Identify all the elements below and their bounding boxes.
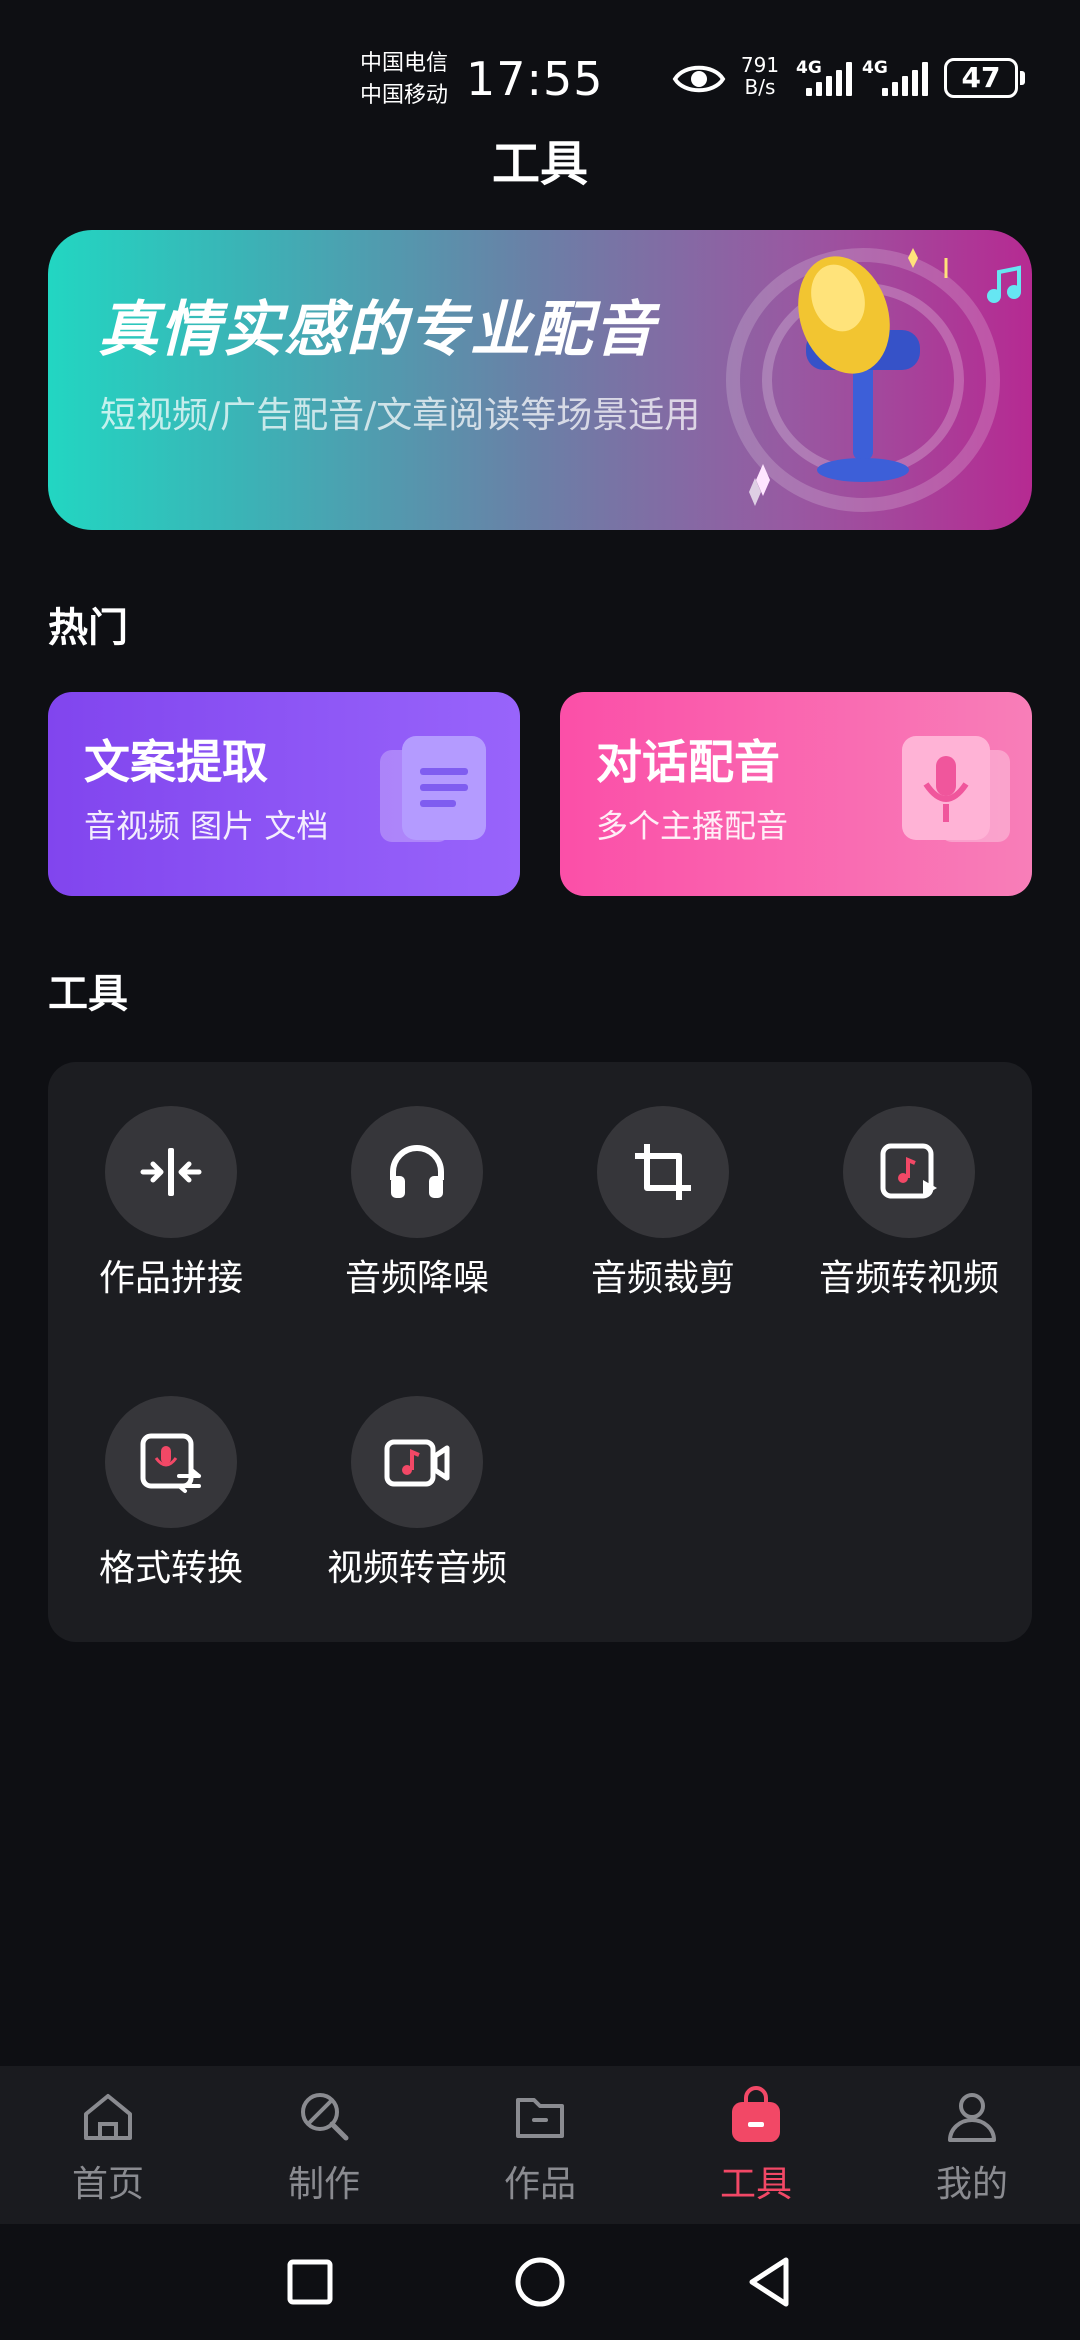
- tool-label: 音频转视频: [818, 1258, 999, 1299]
- page-title: 工具: [491, 136, 588, 192]
- system-navigation-bar: [0, 2224, 1080, 2340]
- status-time: 17:55: [466, 52, 604, 106]
- card-title: 对话配音: [596, 735, 780, 789]
- nav-label: 我的: [935, 2164, 1008, 2205]
- tool-audio-to-video[interactable]: 音频转视频: [786, 1062, 1032, 1302]
- tool-label: 音频裁剪: [590, 1258, 735, 1299]
- hot-section-title: 热门: [48, 605, 128, 651]
- tool-label: 作品拼接: [98, 1258, 243, 1299]
- tool-audio-denoise[interactable]: 音频降噪: [294, 1062, 540, 1302]
- tool-label: 音频降噪: [344, 1258, 489, 1299]
- tool-icon-circle: [597, 1106, 729, 1238]
- net-speed-unit: B/s: [744, 75, 776, 99]
- battery-icon: 47: [944, 58, 1025, 98]
- nav-label: 首页: [71, 2164, 144, 2205]
- back-button[interactable]: [740, 2252, 800, 2312]
- crop-icon: [635, 1144, 691, 1200]
- home-button[interactable]: [510, 2252, 570, 2312]
- status-bar: 中国电信 中国移动 17:55 791 B/s 4G 4G 47: [0, 0, 1080, 140]
- carrier-1: 中国电信: [360, 51, 449, 76]
- tools-panel: 作品拼接 音频降噪 音频裁剪 音频转视频 格式转换 视频转音频: [48, 1062, 1032, 1642]
- toolbox-icon: [732, 2086, 780, 2142]
- nav-item-works[interactable]: 作品: [432, 2066, 648, 2224]
- audio-to-video-icon: [880, 1143, 937, 1199]
- tool-icon-circle: [843, 1106, 975, 1238]
- microphone-illustration-icon: [726, 248, 1021, 512]
- nav-item-create[interactable]: 制作: [216, 2066, 432, 2224]
- home-icon: [84, 2094, 132, 2140]
- tool-icon-circle: [105, 1396, 237, 1528]
- signal-strength-icon: 4G: [862, 58, 928, 98]
- headphones-icon: [390, 1145, 444, 1198]
- carrier-info: 中国电信 中国移动: [360, 48, 448, 112]
- nav-item-tools[interactable]: 工具: [648, 2066, 864, 2224]
- net-speed-value: 791: [740, 53, 780, 77]
- tools-section-title: 工具: [48, 971, 128, 1017]
- banner-title: 真情实感的专业配音: [98, 295, 656, 365]
- nav-label: 制作: [287, 2164, 360, 2205]
- nav-item-home[interactable]: 首页: [0, 2066, 216, 2224]
- tool-audio-crop[interactable]: 音频裁剪: [540, 1062, 786, 1302]
- document-icon: [380, 736, 486, 842]
- tool-work-merge[interactable]: 作品拼接: [48, 1062, 294, 1302]
- tool-icon-circle: [351, 1106, 483, 1238]
- nav-item-profile[interactable]: 我的: [864, 2066, 1080, 2224]
- merge-icon: [140, 1148, 202, 1196]
- folder-icon: [516, 2098, 564, 2138]
- tool-label: 格式转换: [98, 1548, 243, 1589]
- tool-format-convert[interactable]: 格式转换: [48, 1352, 294, 1592]
- tool-label: 视频转音频: [326, 1548, 507, 1589]
- tool-video-to-audio[interactable]: 视频转音频: [294, 1352, 540, 1592]
- dialogue-dubbing-card[interactable]: 对话配音 多个主播配音: [560, 692, 1032, 896]
- eye-icon: [672, 65, 726, 93]
- profile-icon: [948, 2093, 996, 2142]
- format-convert-icon: [140, 1433, 201, 1493]
- nav-label: 工具: [719, 2164, 792, 2205]
- copy-extraction-card[interactable]: 文案提取 音视频 图片 文档: [48, 692, 520, 896]
- card-subtitle: 音视频 图片 文档: [84, 807, 329, 845]
- promo-banner[interactable]: 真情实感的专业配音 短视频/广告配音/文章阅读等场景适用: [48, 230, 1032, 530]
- card-subtitle: 多个主播配音: [596, 807, 789, 845]
- video-to-audio-icon: [384, 1439, 450, 1487]
- signal-strength-icon: 4G: [796, 58, 852, 98]
- banner-subtitle: 短视频/广告配音/文章阅读等场景适用: [100, 395, 701, 436]
- create-icon: [301, 2093, 349, 2141]
- carrier-2: 中国移动: [360, 83, 449, 108]
- tool-icon-circle: [105, 1106, 237, 1238]
- bottom-navigation: 首页 制作 作品 工具 我的: [0, 2066, 1080, 2224]
- network-speed: 791 B/s: [738, 54, 782, 98]
- tool-icon-circle: [351, 1396, 483, 1528]
- recent-apps-button[interactable]: [280, 2252, 340, 2312]
- card-title: 文案提取: [84, 735, 268, 789]
- microphone-card-icon: [902, 736, 1010, 842]
- nav-label: 作品: [503, 2164, 576, 2205]
